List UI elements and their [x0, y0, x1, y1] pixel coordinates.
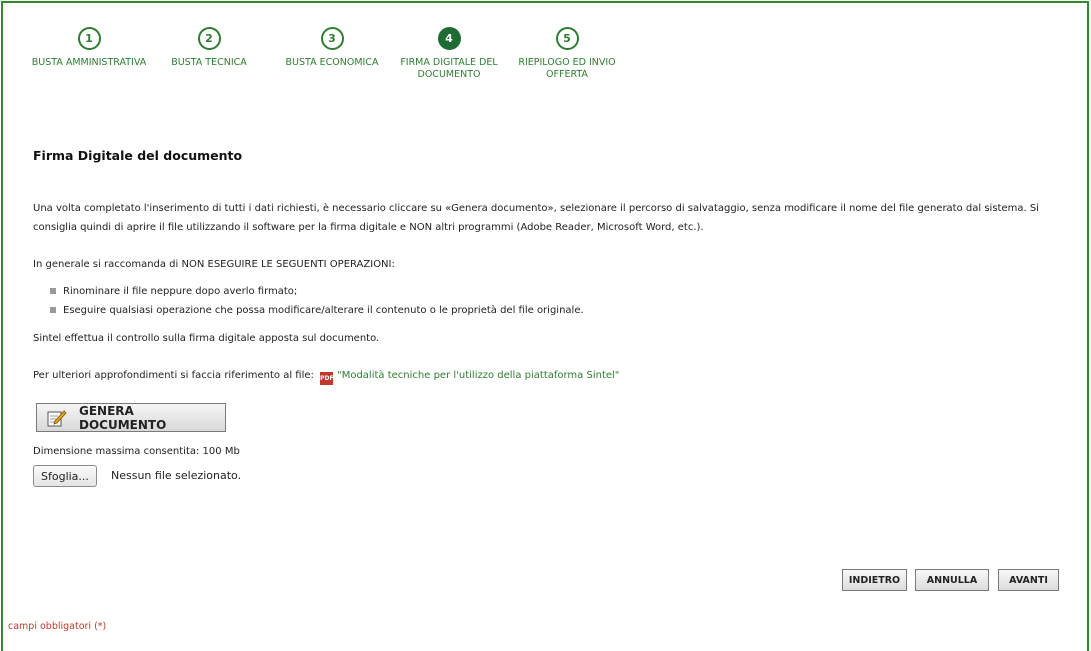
step-busta-amministrativa[interactable]: 1 BUSTA AMMINISTRATIVA	[29, 27, 149, 69]
list-item-text: Rinominare il file neppure dopo averlo f…	[63, 286, 298, 297]
warning-list: Rinominare il file neppure dopo averlo f…	[50, 282, 584, 320]
step-riepilogo[interactable]: 5 RIEPILOGO ED INVIO OFFERTA	[517, 27, 617, 81]
no-file-text: Nessun file selezionato.	[111, 469, 242, 482]
page-title: Firma Digitale del documento	[33, 148, 243, 163]
reference-line: Per ulteriori approfondimenti si faccia …	[33, 366, 619, 385]
bullet-square-icon	[50, 307, 56, 313]
required-fields-note: campi obbligatori (*)	[8, 621, 107, 632]
warning-intro: In generale si raccomanda di NON ESEGUIR…	[33, 259, 395, 270]
step-number: 2	[197, 27, 221, 50]
page-frame	[1, 1, 1089, 651]
step-number: 4	[437, 27, 461, 50]
step-label: BUSTA ECONOMICA	[285, 57, 379, 68]
next-button[interactable]: AVANTI	[998, 569, 1059, 591]
step-busta-economica[interactable]: 3 BUSTA ECONOMICA	[272, 27, 392, 69]
wizard-steps: 1 BUSTA AMMINISTRATIVA 2 BUSTA TECNICA 3…	[32, 27, 680, 89]
edit-document-icon	[47, 409, 67, 427]
genera-documento-button[interactable]: GENERA DOCUMENTO	[36, 403, 226, 432]
list-item: Eseguire qualsiasi operazione che possa …	[50, 301, 584, 320]
check-note: Sintel effettua il controllo sulla firma…	[33, 333, 380, 344]
reference-text: Per ulteriori approfondimenti si faccia …	[33, 370, 314, 381]
step-number: 1	[77, 27, 101, 50]
step-label: FIRMA DIGITALE DEL DOCUMENTO	[400, 57, 498, 80]
step-label: BUSTA TECNICA	[171, 57, 247, 68]
step-firma-digitale[interactable]: 4 FIRMA DIGITALE DEL DOCUMENTO	[394, 27, 504, 81]
step-number: 5	[555, 27, 579, 50]
pdf-icon: PDF	[320, 372, 334, 385]
max-size-text: Dimensione massima consentita: 100 Mb	[33, 446, 240, 457]
cancel-button[interactable]: ANNULLA	[915, 569, 989, 591]
step-number: 3	[320, 27, 344, 50]
back-button[interactable]: INDIETRO	[842, 569, 907, 591]
step-busta-tecnica[interactable]: 2 BUSTA TECNICA	[149, 27, 269, 69]
pdf-link[interactable]: "Modalità tecniche per l'utilizzo della …	[337, 370, 619, 381]
step-label: BUSTA AMMINISTRATIVA	[31, 57, 147, 68]
intro-text: Una volta completato l'inserimento di tu…	[33, 203, 1039, 233]
genera-documento-label: GENERA DOCUMENTO	[79, 403, 167, 432]
list-item: Rinominare il file neppure dopo averlo f…	[50, 282, 584, 301]
browse-button[interactable]: Sfoglia...	[33, 465, 97, 487]
bullet-square-icon	[50, 288, 56, 294]
list-item-text: Eseguire qualsiasi operazione che possa …	[63, 305, 584, 316]
step-label: RIEPILOGO ED INVIO OFFERTA	[518, 57, 616, 80]
